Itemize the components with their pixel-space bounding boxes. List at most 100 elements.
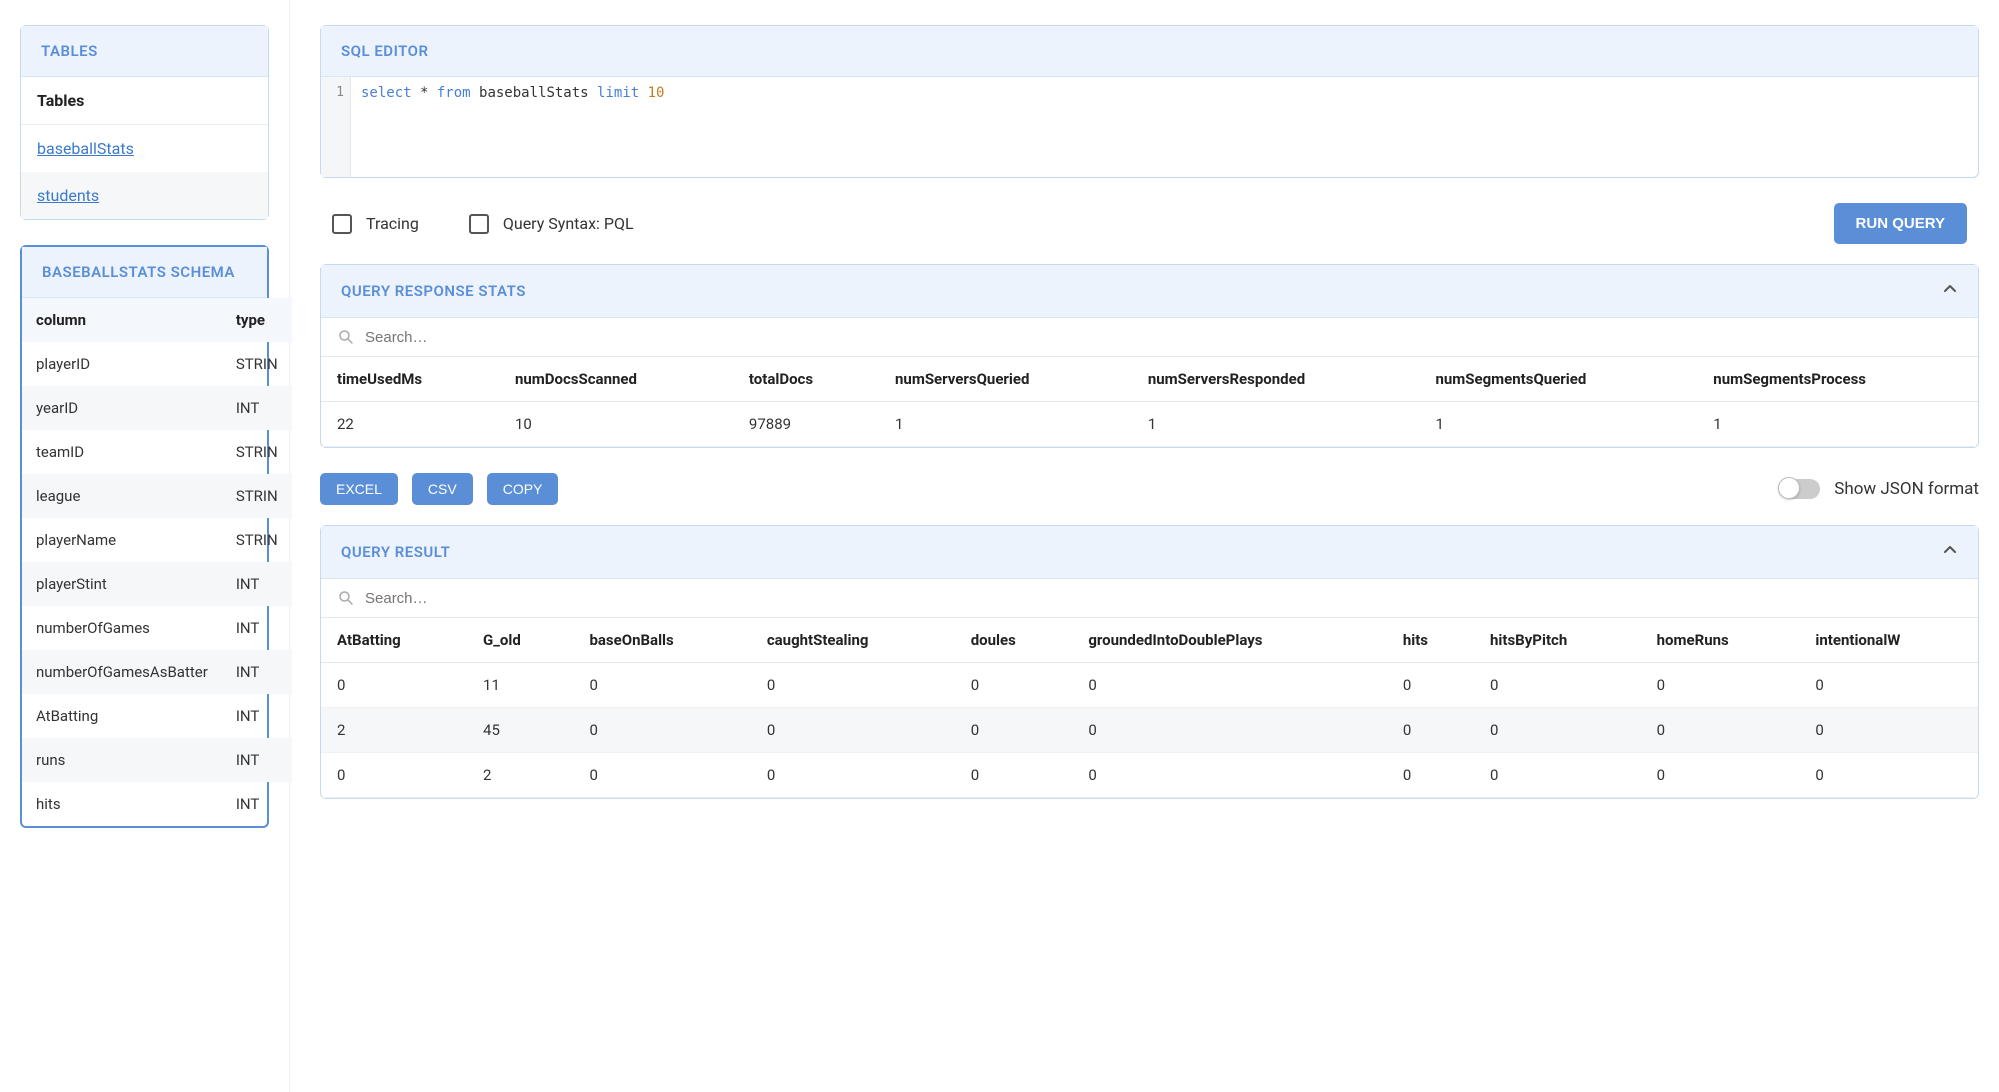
- schema-col-name: teamID: [22, 430, 222, 474]
- result-cell: 0: [1799, 663, 1978, 708]
- stats-cell: 1: [1132, 402, 1420, 447]
- schema-col-type: INT: [222, 782, 292, 826]
- result-row[interactable]: 01100000000: [321, 663, 1978, 708]
- result-search-input[interactable]: [365, 590, 1962, 607]
- sidebar: TABLES Tables baseballStats students BAS…: [0, 0, 290, 1092]
- result-row[interactable]: 0200000000: [321, 753, 1978, 798]
- schema-row[interactable]: AtBattingINT: [22, 694, 292, 738]
- copy-button[interactable]: COPY: [487, 473, 559, 505]
- schema-row[interactable]: playerNameSTRIN: [22, 518, 292, 562]
- result-cell: 0: [955, 663, 1073, 708]
- result-cell: 0: [573, 708, 750, 753]
- result-header-cell[interactable]: homeRuns: [1641, 618, 1800, 663]
- main-content: SQL EDITOR 1 select * from baseballStats…: [290, 0, 1999, 1092]
- collapse-icon[interactable]: [1942, 542, 1958, 562]
- result-row[interactable]: 24500000000: [321, 708, 1978, 753]
- result-cell: 0: [573, 663, 750, 708]
- sql-line-number: 1: [336, 85, 344, 100]
- syntax-checkbox[interactable]: Query Syntax: PQL: [469, 214, 634, 234]
- result-header-cell[interactable]: doules: [955, 618, 1073, 663]
- schema-row[interactable]: leagueSTRIN: [22, 474, 292, 518]
- schema-row[interactable]: hitsINT: [22, 782, 292, 826]
- schema-row[interactable]: teamIDSTRIN: [22, 430, 292, 474]
- tracing-checkbox[interactable]: Tracing: [332, 214, 419, 234]
- schema-col-header[interactable]: column: [22, 298, 222, 342]
- json-format-label: Show JSON format: [1834, 479, 1979, 499]
- tables-list: Tables baseballStats students: [21, 77, 268, 219]
- json-format-toggle[interactable]: Show JSON format: [1780, 479, 1979, 499]
- toggle-thumb: [1778, 477, 1800, 499]
- result-header-cell[interactable]: G_old: [467, 618, 573, 663]
- schema-col-type: STRIN: [222, 474, 292, 518]
- result-cell: 2: [321, 708, 467, 753]
- schema-row[interactable]: numberOfGamesAsBatterINT: [22, 650, 292, 694]
- table-link-baseballstats[interactable]: baseballStats: [21, 125, 268, 172]
- query-result-title: QUERY RESULT: [341, 543, 450, 561]
- result-header-cell[interactable]: hitsByPitch: [1474, 618, 1641, 663]
- schema-col-name: league: [22, 474, 222, 518]
- excel-button[interactable]: EXCEL: [320, 473, 398, 505]
- result-cell: 0: [1387, 753, 1474, 798]
- editor-controls: Tracing Query Syntax: PQL RUN QUERY: [320, 203, 1979, 264]
- stats-header-cell[interactable]: numServersResponded: [1132, 357, 1420, 402]
- csv-button[interactable]: CSV: [412, 473, 473, 505]
- checkbox-icon: [469, 214, 489, 234]
- result-cell: 0: [1387, 663, 1474, 708]
- schema-table: column type playerIDSTRINyearIDINTteamID…: [22, 298, 292, 826]
- schema-col-type: STRIN: [222, 518, 292, 562]
- schema-row[interactable]: numberOfGamesINT: [22, 606, 292, 650]
- stats-header-cell[interactable]: timeUsedMs: [321, 357, 499, 402]
- schema-row[interactable]: runsINT: [22, 738, 292, 782]
- stats-header-cell[interactable]: numSegmentsQueried: [1419, 357, 1697, 402]
- result-cell: 0: [955, 708, 1073, 753]
- stats-row[interactable]: 2210978891111: [321, 402, 1978, 447]
- stats-header-cell[interactable]: numServersQueried: [879, 357, 1132, 402]
- response-stats-header: QUERY RESPONSE STATS: [321, 265, 1978, 318]
- search-icon: [337, 589, 355, 607]
- schema-col-name: numberOfGamesAsBatter: [22, 650, 222, 694]
- tables-panel-title: TABLES: [41, 42, 98, 60]
- result-cell: 0: [1799, 708, 1978, 753]
- schema-col-name: hits: [22, 782, 222, 826]
- stats-cell: 1: [1697, 402, 1978, 447]
- result-cell: 0: [1072, 663, 1387, 708]
- collapse-icon[interactable]: [1942, 281, 1958, 301]
- stats-header-cell[interactable]: numDocsScanned: [499, 357, 733, 402]
- syntax-label: Query Syntax: PQL: [503, 214, 634, 233]
- schema-col-name: playerStint: [22, 562, 222, 606]
- schema-row[interactable]: playerStintINT: [22, 562, 292, 606]
- schema-type-header[interactable]: type: [222, 298, 292, 342]
- schema-col-type: INT: [222, 738, 292, 782]
- stats-search-input[interactable]: [365, 329, 1962, 346]
- result-header-cell[interactable]: AtBatting: [321, 618, 467, 663]
- run-query-button[interactable]: RUN QUERY: [1834, 203, 1967, 244]
- sql-token: 10: [648, 85, 665, 101]
- schema-col-name: yearID: [22, 386, 222, 430]
- sql-token: from: [437, 85, 471, 101]
- schema-col-name: playerName: [22, 518, 222, 562]
- result-header-cell[interactable]: groundedIntoDoublePlays: [1072, 618, 1387, 663]
- stats-search-row: [321, 318, 1978, 357]
- result-cell: 0: [1387, 708, 1474, 753]
- schema-col-type: STRIN: [222, 342, 292, 386]
- stats-header-cell[interactable]: numSegmentsProcess: [1697, 357, 1978, 402]
- result-cell: 0: [751, 753, 955, 798]
- sql-code[interactable]: select * from baseballStats limit 10: [351, 77, 1978, 177]
- sql-editor-header: SQL EDITOR: [321, 26, 1978, 77]
- stats-header-cell[interactable]: totalDocs: [733, 357, 879, 402]
- schema-row[interactable]: yearIDINT: [22, 386, 292, 430]
- search-icon: [337, 328, 355, 346]
- schema-row[interactable]: playerIDSTRIN: [22, 342, 292, 386]
- result-header-cell[interactable]: caughtStealing: [751, 618, 955, 663]
- result-header-cell[interactable]: hits: [1387, 618, 1474, 663]
- table-link-students[interactable]: students: [21, 172, 268, 219]
- schema-col-name: AtBatting: [22, 694, 222, 738]
- result-header-cell[interactable]: intentionalW: [1799, 618, 1978, 663]
- result-header-cell[interactable]: baseOnBalls: [573, 618, 750, 663]
- response-stats-panel: QUERY RESPONSE STATS timeUsedMsnumDocsSc…: [320, 264, 1979, 448]
- result-cell: 0: [1641, 663, 1800, 708]
- result-cell: 0: [1799, 753, 1978, 798]
- result-cell: 0: [573, 753, 750, 798]
- sql-editor-body[interactable]: 1 select * from baseballStats limit 10: [321, 77, 1978, 177]
- stats-cell: 10: [499, 402, 733, 447]
